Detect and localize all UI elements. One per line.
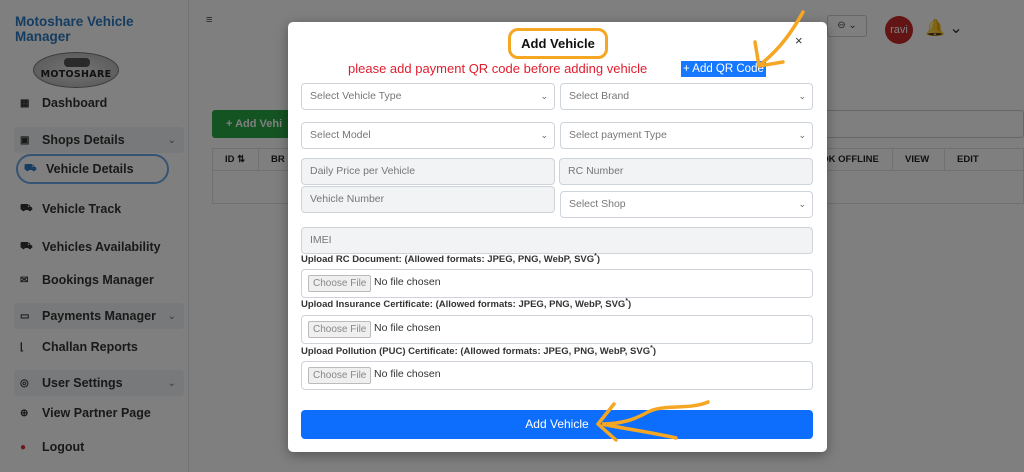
add-vehicle-submit-button[interactable]: Add Vehicle — [301, 410, 813, 439]
rc-file-input[interactable]: Choose File No file chosen — [301, 269, 813, 298]
shop-value: Select Shop — [569, 198, 626, 210]
puc-upload-label: Upload Pollution (PUC) Certificate: (All… — [301, 345, 656, 358]
brand-select[interactable]: Select Brand ⌄ — [560, 83, 813, 110]
close-icon[interactable]: × — [795, 33, 803, 48]
chevron-down-icon: ⌄ — [540, 91, 548, 101]
choose-file-button[interactable]: Choose File — [308, 367, 372, 384]
rc-upload-label: Upload RC Document: (Allowed formats: JP… — [301, 253, 601, 266]
chevron-down-icon: ⌄ — [798, 91, 806, 101]
modal-title: Add Vehicle — [508, 28, 608, 59]
chevron-down-icon: ⌄ — [540, 130, 548, 140]
choose-file-button[interactable]: Choose File — [308, 321, 372, 338]
puc-file-input[interactable]: Choose File No file chosen — [301, 361, 813, 390]
chevron-down-icon: ⌄ — [798, 199, 806, 209]
add-qr-code-button[interactable]: + Add QR Code — [681, 61, 766, 77]
qr-warning-text: please add payment QR code before adding… — [348, 61, 648, 76]
payment-type-select[interactable]: Select payment Type ⌄ — [560, 122, 813, 149]
file-status: No file chosen — [374, 368, 441, 380]
chevron-down-icon: ⌄ — [798, 130, 806, 140]
insurance-file-input[interactable]: Choose File No file chosen — [301, 315, 813, 344]
choose-file-button[interactable]: Choose File — [308, 275, 372, 292]
shop-select[interactable]: Select Shop ⌄ — [560, 191, 813, 218]
insurance-upload-label: Upload Insurance Certificate: (Allowed f… — [301, 298, 632, 311]
vehicle-type-value: Select Vehicle Type — [310, 90, 402, 102]
vehicle-type-select[interactable]: Select Vehicle Type ⌄ — [301, 83, 555, 110]
payment-type-value: Select payment Type — [569, 129, 667, 141]
rc-number-input[interactable]: RC Number — [559, 158, 813, 185]
vehicle-number-input[interactable]: Vehicle Number — [301, 186, 555, 213]
add-vehicle-modal: Add Vehicle × please add payment QR code… — [288, 22, 827, 452]
file-status: No file chosen — [374, 322, 441, 334]
daily-price-input[interactable]: Daily Price per Vehicle — [301, 158, 555, 185]
model-select[interactable]: Select Model ⌄ — [301, 122, 555, 149]
brand-value: Select Brand — [569, 90, 630, 102]
imei-input[interactable]: IMEI — [301, 227, 813, 254]
model-value: Select Model — [310, 129, 371, 141]
file-status: No file chosen — [374, 276, 441, 288]
